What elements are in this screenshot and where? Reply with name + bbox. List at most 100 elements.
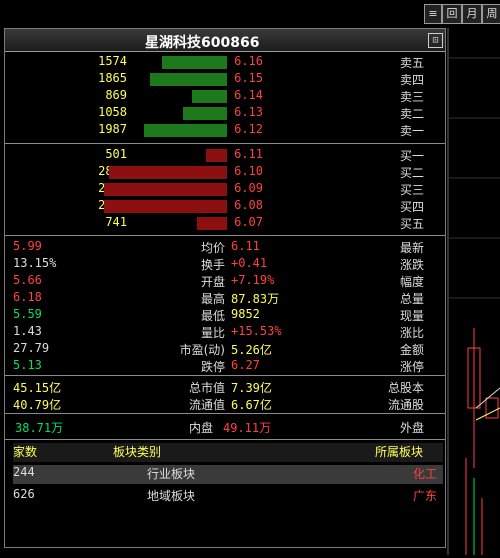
expand-icon[interactable]: ⊡ [428,33,443,48]
stat-right-value: 6.18 [13,290,42,304]
order-label: 买五 [400,217,425,231]
order-label: 卖三 [400,90,425,104]
stat-left-value: +7.19% [231,273,275,287]
sell-row[interactable]: 1865 6.15 卖四 [5,71,445,88]
sell-row[interactable]: 1058 6.13 卖二 [5,105,445,122]
order-volume: 869 [105,88,127,102]
stat-left-value: +0.41 [231,256,268,270]
stat-left-value: 6.67亿 [231,398,272,412]
inner-label: 内盘 [189,421,214,435]
order-volume: 1058 [98,105,127,119]
order-price: 6.08 [234,198,263,212]
stat-right-label: 最高 [200,292,225,306]
stat-right-value: 5.13 [13,358,42,372]
stat-right-value: 5.66 [13,273,42,287]
stat-right-label: 量比 [200,326,225,340]
stat-right-label: 开盘 [200,275,225,289]
stat-left-label: 涨比 [400,326,425,340]
top-toolbar: ≡ 回 月 周 [0,0,500,26]
sector-count: 244 [13,465,35,479]
stat-right-label: 跌停 [200,360,225,374]
stat-right-label: 流通值 [188,398,225,412]
stat-row: 1.43 量比 +15.53% 涨比 [5,324,445,341]
sector-count: 626 [13,487,35,501]
panel-header: 星湖科技600866 ⊡ [5,29,445,52]
buy-row[interactable]: 28456.10买二 [5,164,445,181]
stat-row: 45.15亿 总市值 7.39亿 总股本 [5,379,445,396]
stat-right-label: 最低 [200,309,225,323]
sector-row[interactable]: 244 行业板块 化工 [13,465,443,484]
buy-row[interactable]: 501 6.11 买一 [5,147,445,164]
divider [5,143,445,144]
sell-row[interactable]: 869 6.14 卖三 [5,88,445,105]
buy-row[interactable]: 29896.09买三 [5,181,445,198]
buy-row[interactable]: 29806.08买四 [5,198,445,215]
stat-right-value: 45.15亿 [13,381,62,395]
buy-row[interactable]: 741 6.07 买五 [5,215,445,232]
stat-left-value: 87.83万 [231,292,280,306]
order-label: 买三 [400,183,425,197]
inner-volume: 38.71万 [15,421,64,435]
order-label: 卖二 [400,107,425,121]
stat-row: 6.18 最高 87.83万 总量 [5,290,445,307]
stat-left-label: 现量 [400,309,425,323]
stat-row: 27.79 市盈(动) 5.26亿 金额 [5,341,445,358]
sector-type: 行业板块 [147,467,196,481]
menu-button[interactable]: ≡ [424,4,442,24]
order-label: 卖四 [400,73,425,87]
order-price: 6.07 [234,215,263,229]
order-volume: 501 [105,147,127,161]
outer-label: 外盘 [400,421,425,435]
volume-bar [144,124,227,137]
volume-bar [192,90,227,103]
stat-left-label: 涨停 [400,360,425,374]
stat-right-value: 1.43 [13,324,42,338]
volume-bar [104,183,227,196]
stat-left-label: 幅度 [400,275,425,289]
divider [5,375,445,376]
flow-row: 38.71万 内盘 49.11万 外盘 [5,419,445,436]
side-chart-svg [447,28,500,555]
volume-bar [162,56,227,69]
month-button[interactable]: 月 [462,4,482,24]
stat-right-value: 27.79 [13,341,50,355]
back-button[interactable]: 回 [442,4,462,24]
volume-bar [109,166,227,179]
stat-right-label: 均价 [200,241,225,255]
order-price: 6.12 [234,122,263,136]
stat-left-label: 涨跌 [400,258,425,272]
stat-right-label: 换手 [200,258,225,272]
order-volume: 1987 [98,122,127,136]
order-price: 6.11 [234,147,263,161]
sell-row[interactable]: 1987 6.12 卖一 [5,122,445,139]
order-label: 卖五 [400,56,425,70]
stat-right-value: 5.99 [13,239,42,253]
order-price: 6.15 [234,71,263,85]
order-label: 卖一 [400,124,425,138]
order-price: 6.14 [234,88,263,102]
sector-header: 家数 板块类别 所属板块 [13,443,443,462]
stat-row: 5.66 开盘 +7.19% 幅度 [5,273,445,290]
stat-right-value: 40.79亿 [13,398,62,412]
outer-volume: 49.11万 [223,421,272,435]
sell-row[interactable]: 1574 6.16 卖五 [5,54,445,71]
stat-row: 40.79亿 流通值 6.67亿 流通股 [5,396,445,413]
stat-left-label: 流通股 [388,398,425,412]
sector-type: 地域板块 [147,489,196,503]
sector-row[interactable]: 626 地域板块 广东 [13,487,443,506]
week-button[interactable]: 周 [482,4,500,24]
col-type: 板块类别 [113,445,162,459]
stat-left-label: 金额 [400,343,425,357]
side-chart-area [446,28,500,555]
volume-bar [197,217,227,230]
order-price: 6.16 [234,54,263,68]
order-price: 6.09 [234,181,263,195]
divider [5,235,445,236]
divider [5,439,445,440]
stat-left-label: 总股本 [388,381,425,395]
stat-left-value: +15.53% [231,324,282,338]
volume-bar [150,73,227,86]
quote-panel: 星湖科技600866 ⊡ 1574 6.16 卖五 1865 6.15 卖四 869 6.14… [4,28,446,548]
order-label: 买四 [400,200,425,214]
stat-row: 5.59 最低 9852 现量 [5,307,445,324]
